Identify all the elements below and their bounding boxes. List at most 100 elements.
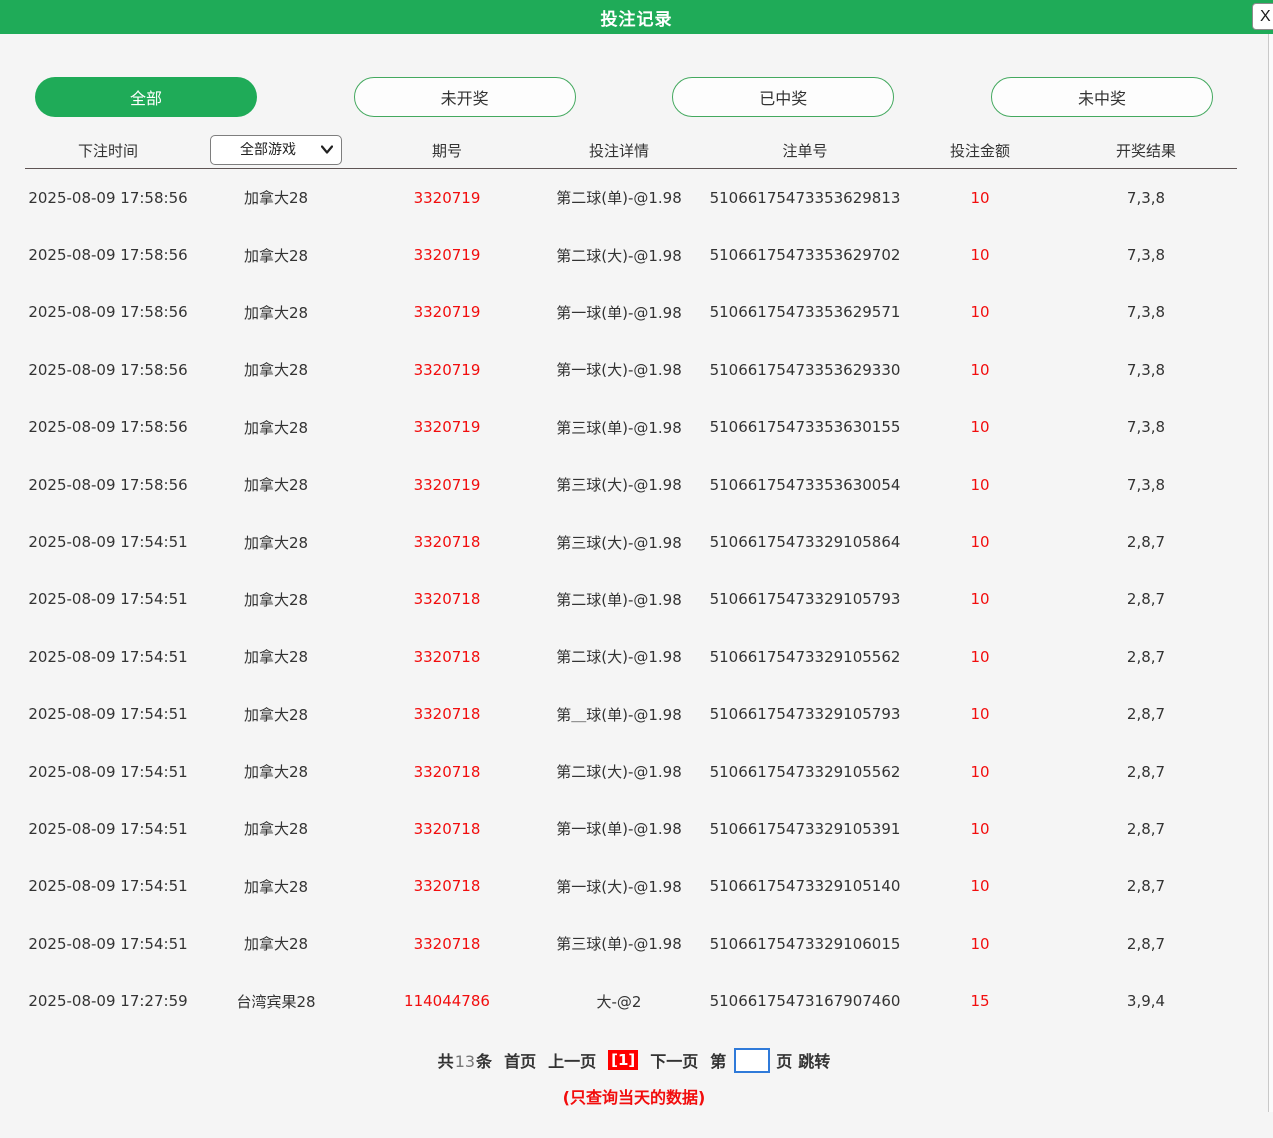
- cell-result: 7,3,8: [1055, 418, 1237, 436]
- cell-result: 2,8,7: [1055, 533, 1237, 551]
- cell-order: 51066175473353630155: [705, 418, 905, 436]
- filter-lost[interactable]: 未中奖: [991, 77, 1213, 117]
- bet-records-table: 下注时间 全部游戏 期号 投注详情 注单号 投注金额 开奖结果 2025-08-…: [25, 132, 1237, 1030]
- cell-time: 2025-08-09 17:54:51: [25, 763, 191, 781]
- next-page-link[interactable]: 下一页: [650, 1048, 698, 1072]
- cell-time: 2025-08-09 17:54:51: [25, 533, 191, 551]
- header-order: 注单号: [705, 140, 905, 161]
- page-jump-input[interactable]: [734, 1048, 770, 1073]
- table-header: 下注时间 全部游戏 期号 投注详情 注单号 投注金额 开奖结果: [25, 132, 1237, 169]
- cell-issue: 3320718: [361, 705, 533, 723]
- current-page-badge: [1]: [608, 1050, 638, 1070]
- header-issue: 期号: [361, 140, 533, 161]
- cell-amount: 10: [905, 303, 1055, 321]
- cell-amount: 10: [905, 763, 1055, 781]
- filter-won[interactable]: 已中奖: [672, 77, 894, 117]
- cell-issue: 3320718: [361, 590, 533, 608]
- cell-result: 7,3,8: [1055, 361, 1237, 379]
- first-page-link[interactable]: 首页: [504, 1048, 536, 1072]
- cell-detail: 第三球(大)-@1.98: [533, 532, 705, 553]
- cell-detail: 第三球(大)-@1.98: [533, 474, 705, 495]
- cell-time: 2025-08-09 17:58:56: [25, 189, 191, 207]
- cell-game: 加拿大28: [191, 876, 361, 897]
- total-suffix: 条: [476, 1052, 492, 1071]
- cell-issue: 3320719: [361, 476, 533, 494]
- table-row: 2025-08-09 17:54:51加拿大283320718第＿球(单)-@1…: [25, 686, 1237, 743]
- cell-order: 51066175473167907460: [705, 992, 905, 1010]
- cell-game: 加拿大28: [191, 359, 361, 380]
- cell-game: 加拿大28: [191, 589, 361, 610]
- table-row: 2025-08-09 17:54:51加拿大283320718第二球(大)-@1…: [25, 628, 1237, 685]
- header-game: 全部游戏: [191, 135, 361, 165]
- prev-page-link[interactable]: 上一页: [548, 1048, 596, 1072]
- cell-issue: 3320718: [361, 935, 533, 953]
- cell-issue: 3320718: [361, 648, 533, 666]
- cell-amount: 10: [905, 418, 1055, 436]
- pagination-bar: 共13条 首页 上一页 [1] 下一页 第 页 跳转: [0, 1046, 1268, 1074]
- cell-game: 加拿大28: [191, 933, 361, 954]
- cell-amount: 10: [905, 361, 1055, 379]
- cell-issue: 114044786: [361, 992, 533, 1010]
- jump-label-pre: 第: [710, 1048, 726, 1072]
- cell-amount: 10: [905, 476, 1055, 494]
- cell-time: 2025-08-09 17:58:56: [25, 303, 191, 321]
- cell-game: 加拿大28: [191, 646, 361, 667]
- jump-button[interactable]: 跳转: [798, 1048, 830, 1072]
- cell-game: 加拿大28: [191, 302, 361, 323]
- cell-result: 2,8,7: [1055, 590, 1237, 608]
- window-right-edge: [1268, 34, 1273, 1112]
- cell-time: 2025-08-09 17:58:56: [25, 418, 191, 436]
- cell-result: 2,8,7: [1055, 705, 1237, 723]
- cell-result: 2,8,7: [1055, 935, 1237, 953]
- cell-detail: 第二球(大)-@1.98: [533, 245, 705, 266]
- filter-pending[interactable]: 未开奖: [354, 77, 576, 117]
- cell-detail: 第一球(单)-@1.98: [533, 818, 705, 839]
- cell-result: 7,3,8: [1055, 476, 1237, 494]
- cell-result: 3,9,4: [1055, 992, 1237, 1010]
- cell-time: 2025-08-09 17:54:51: [25, 705, 191, 723]
- cell-result: 2,8,7: [1055, 820, 1237, 838]
- table-row: 2025-08-09 17:27:59台湾宾果28114044786大-@251…: [25, 972, 1237, 1029]
- cell-order: 51066175473353629813: [705, 189, 905, 207]
- cell-detail: 第三球(单)-@1.98: [533, 417, 705, 438]
- cell-amount: 10: [905, 705, 1055, 723]
- cell-detail: 第二球(大)-@1.98: [533, 761, 705, 782]
- header-result: 开奖结果: [1055, 140, 1237, 161]
- cell-order: 51066175473329105793: [705, 705, 905, 723]
- cell-detail: 第一球(大)-@1.98: [533, 876, 705, 897]
- cell-time: 2025-08-09 17:58:56: [25, 476, 191, 494]
- filter-bar: 全部 未开奖 已中奖 未中奖: [35, 77, 1213, 117]
- cell-amount: 10: [905, 877, 1055, 895]
- cell-issue: 3320719: [361, 189, 533, 207]
- cell-game: 加拿大28: [191, 245, 361, 266]
- cell-result: 7,3,8: [1055, 246, 1237, 264]
- cell-game: 加拿大28: [191, 761, 361, 782]
- cell-time: 2025-08-09 17:58:56: [25, 361, 191, 379]
- table-body: 2025-08-09 17:58:56加拿大283320719第二球(单)-@1…: [25, 169, 1237, 1030]
- cell-order: 51066175473329105864: [705, 533, 905, 551]
- cell-game: 加拿大28: [191, 417, 361, 438]
- cell-time: 2025-08-09 17:54:51: [25, 935, 191, 953]
- cell-amount: 10: [905, 590, 1055, 608]
- close-button[interactable]: X: [1252, 3, 1273, 30]
- total-count-value: 13: [454, 1052, 476, 1071]
- table-row: 2025-08-09 17:58:56加拿大283320719第一球(大)-@1…: [25, 341, 1237, 398]
- cell-time: 2025-08-09 17:54:51: [25, 877, 191, 895]
- cell-order: 51066175473329105562: [705, 648, 905, 666]
- cell-game: 加拿大28: [191, 818, 361, 839]
- cell-result: 7,3,8: [1055, 189, 1237, 207]
- cell-result: 2,8,7: [1055, 877, 1237, 895]
- cell-detail: 第二球(单)-@1.98: [533, 589, 705, 610]
- cell-detail: 第＿球(单)-@1.98: [533, 704, 705, 725]
- filter-all[interactable]: 全部: [35, 77, 257, 117]
- table-row: 2025-08-09 17:58:56加拿大283320719第一球(单)-@1…: [25, 284, 1237, 341]
- cell-order: 51066175473329106015: [705, 935, 905, 953]
- game-filter-select[interactable]: 全部游戏: [210, 135, 342, 165]
- cell-issue: 3320718: [361, 820, 533, 838]
- cell-amount: 10: [905, 935, 1055, 953]
- cell-issue: 3320719: [361, 303, 533, 321]
- cell-game: 台湾宾果28: [191, 991, 361, 1012]
- cell-game: 加拿大28: [191, 187, 361, 208]
- header-time: 下注时间: [25, 140, 191, 161]
- table-row: 2025-08-09 17:58:56加拿大283320719第三球(单)-@1…: [25, 399, 1237, 456]
